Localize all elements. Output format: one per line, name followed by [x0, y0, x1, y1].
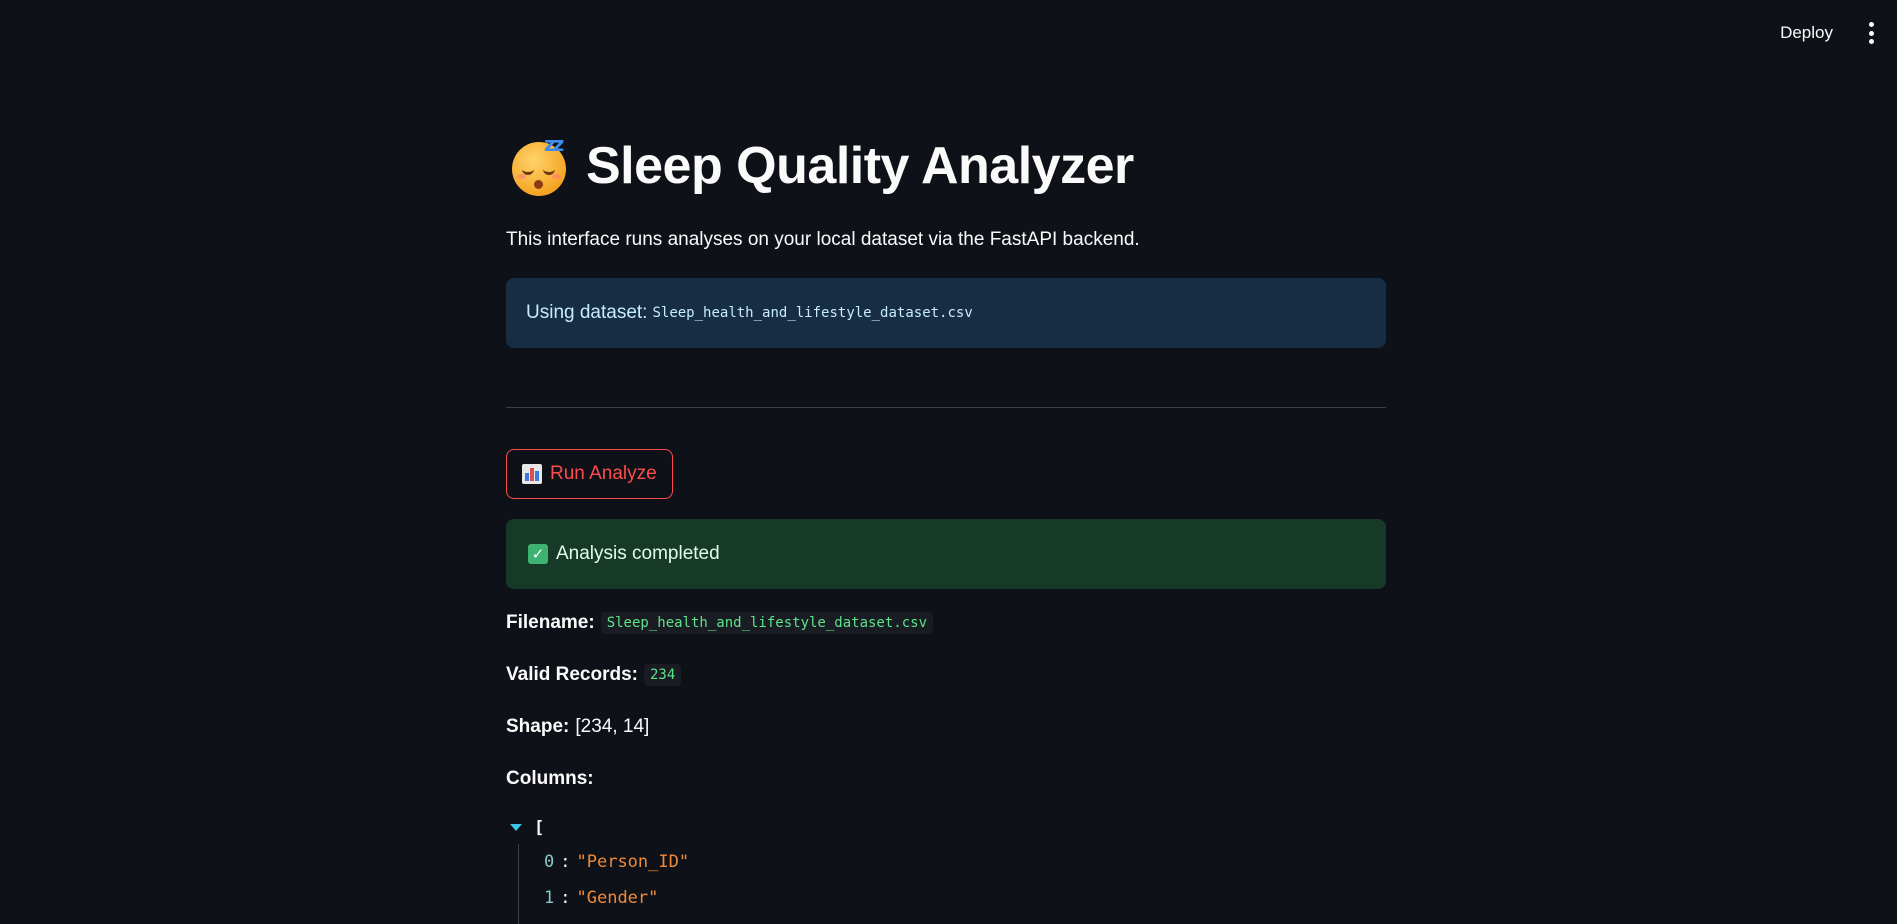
- shape-value: [234, 14]: [575, 716, 650, 737]
- json-open-bracket: [: [534, 818, 545, 838]
- json-indent-guide: [518, 844, 519, 924]
- page-subtitle: This interface runs analyses on your loc…: [506, 229, 1140, 250]
- json-index: 1: [544, 888, 555, 908]
- json-value: "Person_ID": [576, 852, 690, 872]
- json-index: 0: [544, 852, 555, 872]
- json-value: "Gender": [576, 888, 659, 908]
- dataset-info-label: Using dataset:: [526, 302, 648, 323]
- json-row: 0: "Person_ID": [544, 852, 690, 872]
- run-analyze-label: Run Analyze: [550, 463, 657, 484]
- shape-label: Shape:: [506, 716, 570, 737]
- top-toolbar: Deploy: [0, 0, 1897, 60]
- more-vertical-icon[interactable]: [1865, 22, 1877, 44]
- dataset-info-filename: Sleep_health_and_lifestyle_dataset.csv: [652, 305, 973, 321]
- json-row: 1: "Gender": [544, 888, 659, 908]
- dataset-info-alert: Using dataset: Sleep_health_and_lifestyl…: [506, 278, 1386, 348]
- deploy-button[interactable]: Deploy: [1776, 21, 1837, 45]
- valid-records-label: Valid Records:: [506, 664, 638, 685]
- columns-field: Columns:: [506, 768, 594, 790]
- divider: [506, 407, 1386, 408]
- filename-value: Sleep_health_and_lifestyle_dataset.csv: [600, 612, 933, 634]
- success-alert: ✓ Analysis completed: [506, 519, 1386, 589]
- filename-label: Filename:: [506, 612, 595, 633]
- run-analyze-button[interactable]: Run Analyze: [506, 449, 673, 499]
- sleeping-face-icon: zz: [512, 132, 568, 196]
- check-mark-icon: ✓: [528, 544, 548, 564]
- columns-label: Columns:: [506, 768, 594, 789]
- valid-records-value: 234: [644, 664, 682, 686]
- page-title-text: Sleep Quality Analyzer: [586, 137, 1134, 195]
- success-message: Analysis completed: [556, 543, 720, 564]
- shape-field: Shape: [234, 14]: [506, 716, 649, 738]
- valid-records-field: Valid Records: 234: [506, 664, 682, 686]
- collapse-toggle-icon[interactable]: [510, 824, 522, 831]
- page-title: zz Sleep Quality Analyzer: [512, 132, 1134, 196]
- filename-field: Filename: Sleep_health_and_lifestyle_dat…: [506, 612, 933, 634]
- bar-chart-icon: [522, 464, 542, 484]
